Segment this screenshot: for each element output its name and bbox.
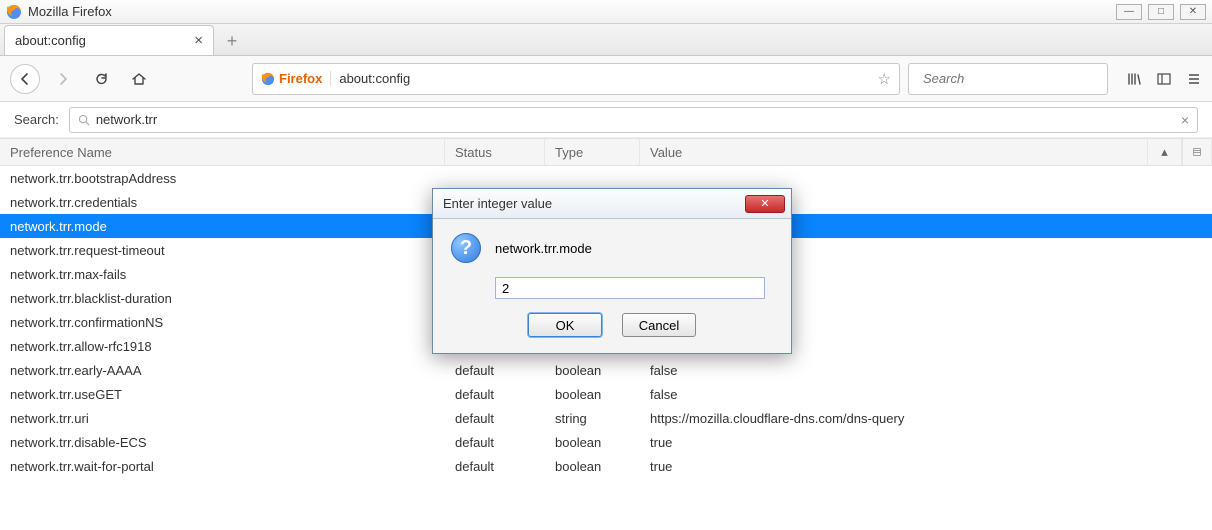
pref-row[interactable]: network.trr.uridefaultstringhttps://mozi…: [0, 406, 1212, 430]
pref-value: https://mozilla.cloudflare-dns.com/dns-q…: [640, 411, 1212, 426]
tab-title: about:config: [15, 33, 186, 48]
close-window-button[interactable]: ✕: [1180, 4, 1206, 20]
dialog-body: ? network.trr.mode OK Cancel: [433, 219, 791, 353]
bookmark-star-icon[interactable]: ☆: [878, 70, 891, 88]
pref-row[interactable]: network.trr.early-AAAAdefaultbooleanfals…: [0, 358, 1212, 382]
reload-button[interactable]: [86, 64, 116, 94]
pref-row[interactable]: network.trr.wait-for-portaldefaultboolea…: [0, 454, 1212, 478]
column-picker-icon[interactable]: [1182, 139, 1212, 165]
clear-search-icon[interactable]: ×: [1181, 112, 1189, 128]
config-search-box[interactable]: ×: [69, 107, 1198, 133]
pref-name: network.trr.disable-ECS: [0, 435, 445, 450]
pref-value: true: [640, 459, 1212, 474]
config-search-label: Search:: [14, 112, 59, 127]
search-input[interactable]: [923, 71, 1101, 86]
dialog-title: Enter integer value: [443, 196, 745, 211]
dialog-value-input[interactable]: [495, 277, 765, 299]
library-icon[interactable]: [1126, 71, 1142, 87]
tab-about-config[interactable]: about:config ×: [4, 25, 214, 55]
window-titlebar: Mozilla Firefox — □ ✕: [0, 0, 1212, 24]
pref-value: false: [640, 363, 1212, 378]
pref-type: boolean: [545, 363, 640, 378]
pref-name: network.trr.allow-rfc1918: [0, 339, 445, 354]
pref-name: network.trr.max-fails: [0, 267, 445, 282]
toolbar-right: [1126, 71, 1202, 87]
sort-indicator-icon[interactable]: ▴: [1148, 139, 1182, 165]
col-value[interactable]: Value: [640, 139, 1148, 165]
tab-strip: about:config × +: [0, 24, 1212, 56]
question-icon: ?: [451, 233, 481, 263]
window-title: Mozilla Firefox: [28, 4, 1116, 19]
firefox-logo-icon: [6, 4, 22, 20]
url-bar[interactable]: Firefox ☆: [252, 63, 900, 95]
pref-status: default: [445, 459, 545, 474]
menu-icon[interactable]: [1186, 71, 1202, 87]
maximize-button[interactable]: □: [1148, 4, 1174, 20]
col-pref-name[interactable]: Preference Name: [0, 139, 445, 165]
new-tab-button[interactable]: +: [218, 27, 246, 55]
cancel-button[interactable]: Cancel: [622, 313, 696, 337]
back-button[interactable]: [10, 64, 40, 94]
url-input[interactable]: [339, 71, 869, 86]
sidebar-icon[interactable]: [1156, 71, 1172, 87]
pref-name: network.trr.confirmationNS: [0, 315, 445, 330]
home-button[interactable]: [124, 64, 154, 94]
pref-type: boolean: [545, 435, 640, 450]
pref-name: network.trr.wait-for-portal: [0, 459, 445, 474]
nav-toolbar: Firefox ☆: [0, 56, 1212, 102]
pref-name: network.trr.bootstrapAddress: [0, 171, 445, 186]
ok-button[interactable]: OK: [528, 313, 602, 337]
pref-name: network.trr.useGET: [0, 387, 445, 402]
pref-name: network.trr.early-AAAA: [0, 363, 445, 378]
config-search-row: Search: ×: [0, 102, 1212, 138]
pref-name: network.trr.blacklist-duration: [0, 291, 445, 306]
dialog-titlebar[interactable]: Enter integer value ✕: [433, 189, 791, 219]
pref-name: network.trr.request-timeout: [0, 243, 445, 258]
brand-label: Firefox: [279, 71, 322, 86]
pref-value: true: [640, 435, 1212, 450]
pref-name: network.trr.credentials: [0, 195, 445, 210]
pref-type: boolean: [545, 459, 640, 474]
pref-name: network.trr.mode: [0, 219, 445, 234]
pref-status: default: [445, 411, 545, 426]
column-headers: Preference Name Status Type Value ▴: [0, 138, 1212, 166]
dialog-close-button[interactable]: ✕: [745, 195, 785, 213]
pref-value: false: [640, 387, 1212, 402]
pref-status: default: [445, 363, 545, 378]
pref-type: boolean: [545, 387, 640, 402]
col-status[interactable]: Status: [445, 139, 545, 165]
config-search-input[interactable]: [96, 112, 1175, 127]
minimize-button[interactable]: —: [1116, 4, 1142, 20]
integer-prompt-dialog: Enter integer value ✕ ? network.trr.mode…: [432, 188, 792, 354]
pref-type: string: [545, 411, 640, 426]
pref-status: default: [445, 435, 545, 450]
forward-button[interactable]: [48, 64, 78, 94]
col-type[interactable]: Type: [545, 139, 640, 165]
identity-box[interactable]: Firefox: [261, 71, 331, 86]
pref-row[interactable]: network.trr.disable-ECSdefaultbooleantru…: [0, 430, 1212, 454]
pref-row[interactable]: network.trr.bootstrapAddress: [0, 166, 1212, 190]
search-icon: [78, 114, 90, 126]
search-bar[interactable]: [908, 63, 1108, 95]
window-controls: — □ ✕: [1116, 4, 1206, 20]
pref-row[interactable]: network.trr.useGETdefaultbooleanfalse: [0, 382, 1212, 406]
tab-close-icon[interactable]: ×: [194, 32, 203, 49]
pref-name: network.trr.uri: [0, 411, 445, 426]
dialog-pref-name: network.trr.mode: [495, 241, 592, 256]
pref-status: default: [445, 387, 545, 402]
